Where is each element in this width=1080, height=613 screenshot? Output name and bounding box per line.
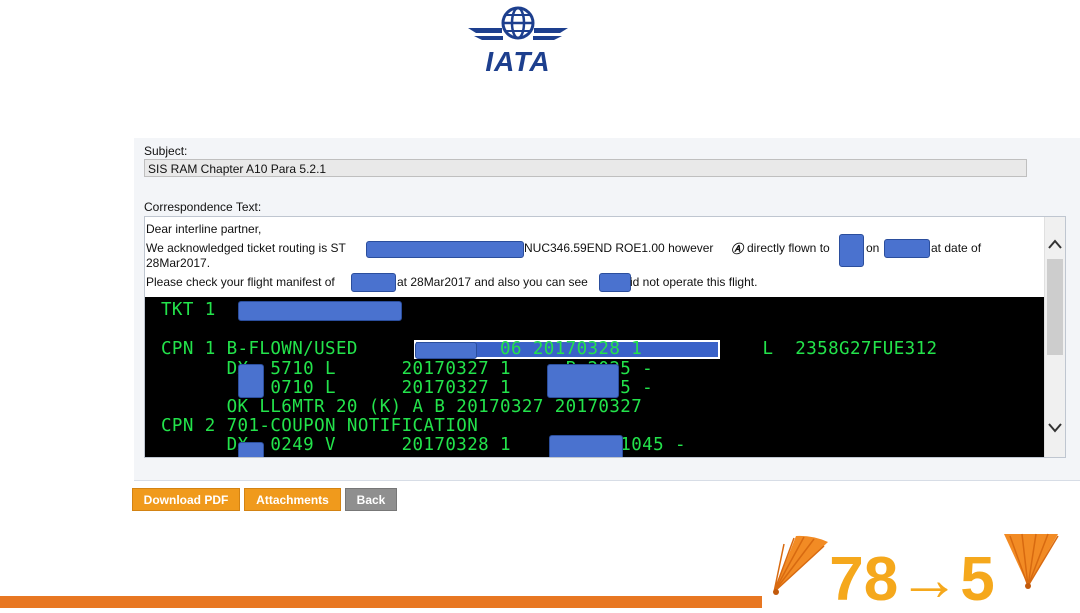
text-line-2a: We acknowledged ticket routing is ST [146,241,346,255]
text-line-4a: Please check your flight manifest of [146,275,335,289]
footer-bar [0,596,762,608]
attachments-button[interactable]: Attachments [244,488,341,511]
redaction-box [366,241,524,258]
iata-logo: IATA [466,6,570,77]
terminal-line: CPN 1 B-FLOWN/USED 06 20170328 1 L 2358G… [161,339,938,359]
vertical-scrollbar[interactable] [1044,217,1065,457]
garbled-glyph: Ⓐ [731,242,744,256]
terminal-line: TKT 1 [161,300,216,320]
subject-field[interactable]: SIS RAM Chapter A10 Para 5.2.1 [144,159,1027,177]
correspondence-panel: Subject: SIS RAM Chapter A10 Para 5.2.1 … [134,138,1080,481]
logo-wordmark: IATA [485,46,551,77]
text-line-4c: id not operate this flight. [630,275,758,289]
redaction-box [547,364,619,398]
fan-left-icon [773,535,828,595]
text-line-2e: at date of [931,241,982,255]
redaction-box [884,239,930,258]
chevron-down-icon[interactable] [1045,419,1065,439]
badge-text: 78→5 [829,545,994,608]
correspondence-label: Correspondence Text: [144,200,262,214]
anniversary-badge: 78→5 [766,530,1066,613]
redaction-box [351,273,396,292]
terminal-screenshot: TKT 1 CPN 1 B-FLOWN/USED 06 20170328 1 L… [145,297,1045,457]
redaction-box [415,342,477,359]
scrollbar-thumb[interactable] [1047,259,1063,355]
chevron-up-icon[interactable] [1045,235,1065,255]
text-line-3: 28Mar2017. [146,256,211,270]
redaction-box [238,364,264,398]
terminal-line: OK LL6MTR 20 (K) A B 20170327 20170327 [161,397,643,417]
greeting-line: Dear interline partner, [146,222,262,236]
correspondence-text-area[interactable]: Dear interline partner, We acknowledged … [144,216,1066,458]
text-line-2b: NUC346.59END ROE1.00 however [524,241,714,255]
globe-wings-icon [468,6,568,40]
redaction-box [238,301,402,321]
redaction-box [238,442,264,457]
text-line-4b: at 28Mar2017 and also you can see [397,275,588,289]
fan-right-icon [1004,533,1059,589]
text-line-2d: on [866,241,880,255]
redaction-box [839,234,864,267]
redaction-box [549,435,623,457]
redaction-box [599,273,631,292]
text-line-2c: directly flown to [747,241,830,255]
back-button[interactable]: Back [345,488,397,511]
terminal-line: CPN 2 701-COUPON NOTIFICATION [161,416,479,436]
download-pdf-button[interactable]: Download PDF [132,488,240,511]
subject-label: Subject: [144,144,188,158]
